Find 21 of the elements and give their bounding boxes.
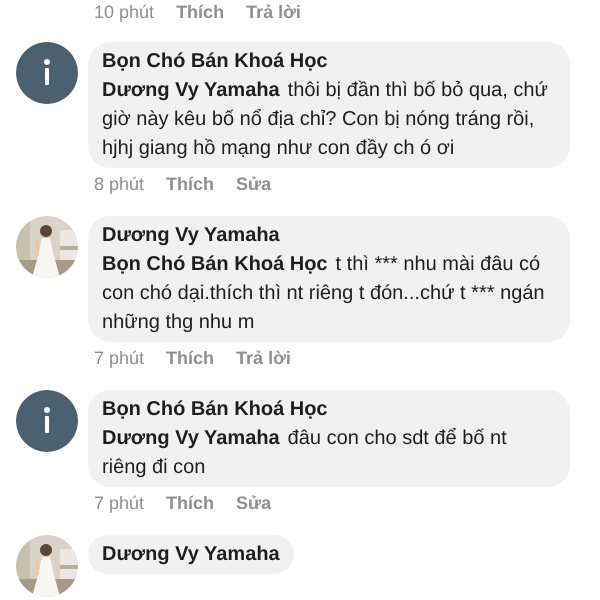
comment-time: 10 phút xyxy=(94,0,154,24)
info-avatar-icon[interactable] xyxy=(16,390,78,452)
like-link[interactable]: Thích xyxy=(166,170,214,198)
comment-time: 7 phút xyxy=(94,346,144,370)
comment-text: Dương Vy Yamaha đâu con cho sdt để bố nt riêng đi con xyxy=(102,426,508,480)
like-link[interactable]: Thích xyxy=(176,0,224,26)
comment-text: Bọn Chó Bán Khoá Học t thì *** nhu mài đâu có con chó dại.thích thì nt riêng t đón...chứ t *** ngán những thg nhu m xyxy=(102,252,546,335)
info-avatar-icon[interactable] xyxy=(16,42,78,104)
like-link[interactable]: Thích xyxy=(166,344,214,372)
author-name[interactable]: Bọn Chó Bán Khoá Học xyxy=(102,47,556,76)
author-name[interactable]: Dương Vy Yamaha xyxy=(102,540,280,569)
author-name[interactable]: Bọn Chó Bán Khoá Học xyxy=(102,395,556,424)
action-link[interactable]: Sửa xyxy=(236,170,272,198)
comment-time: 8 phút xyxy=(94,172,144,196)
action-link[interactable]: Trả lời xyxy=(246,0,301,26)
comment-time: 7 phút xyxy=(94,492,144,515)
action-link[interactable]: Trả lời xyxy=(236,344,291,372)
comment-text: Dương Vy Yamaha thôi bị đần thì bố bỏ qua, chứ giờ này kêu bố nổ địa chỉ? Con bị nóng tráng rồi, hjhj giang hồ mạng như con đầy ch ó ơi xyxy=(102,78,549,161)
author-name[interactable]: Dương Vy Yamaha xyxy=(102,221,556,250)
action-link[interactable]: Sửa xyxy=(236,490,272,516)
like-link[interactable]: Thích xyxy=(166,490,214,516)
